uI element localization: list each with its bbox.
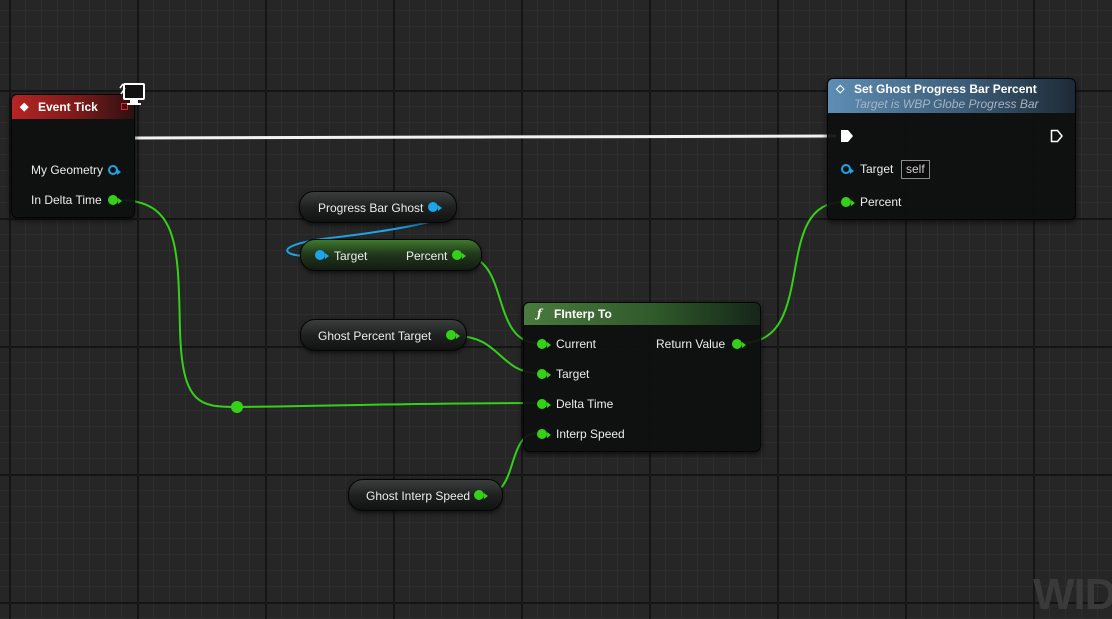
event-tick-title: Event Tick	[38, 100, 98, 114]
current-pin[interactable]	[537, 339, 551, 349]
reroute-knot[interactable]	[231, 401, 243, 413]
monitor-icon	[119, 83, 145, 105]
ghost-percent-target-node[interactable]: Ghost Percent Target	[300, 319, 467, 351]
graph-type-watermark: WID	[1033, 570, 1112, 619]
interp-target-pin[interactable]	[537, 369, 551, 379]
delta-time-label: Delta Time	[556, 397, 614, 411]
delta-time-wire-a	[118, 199, 238, 408]
ghost-percent-target-pin[interactable]	[446, 330, 460, 340]
in-delta-time-label: In Delta Time	[31, 193, 102, 207]
interp-target-label: Target	[556, 367, 590, 381]
exec-in-pin[interactable]	[840, 129, 854, 143]
set-percent-header[interactable]: ◇ Set Ghost Progress Bar Percent Target …	[828, 79, 1075, 113]
ghost-interp-speed-node[interactable]: Ghost Interp Speed	[348, 479, 503, 511]
ghost-interp-speed-label: Ghost Interp Speed	[366, 489, 471, 503]
function-f-icon: ƒ	[537, 307, 542, 320]
progress-bar-ghost-node[interactable]: Progress Bar Ghost	[299, 191, 457, 223]
my-geometry-pin[interactable]	[108, 165, 121, 175]
get-percent-node[interactable]: Target Percent	[300, 239, 482, 271]
my-geometry-label: My Geometry	[31, 163, 104, 177]
get-percent-target-pin[interactable]	[315, 250, 329, 260]
event-tick-header[interactable]: ◆ Event Tick	[12, 95, 134, 119]
event-tick-node[interactable]: ◆ Event Tick My Geometry In Delta Time	[11, 94, 135, 218]
return-value-label: Return Value	[656, 337, 726, 351]
interp-speed-pin[interactable]	[537, 429, 551, 439]
current-label: Current	[556, 337, 597, 351]
event-diamond-icon: ◆	[20, 101, 29, 113]
target-pin[interactable]	[841, 164, 854, 174]
exec-wire	[134, 134, 837, 140]
target-label: Target	[860, 162, 894, 176]
set-percent-node[interactable]: ◇ Set Ghost Progress Bar Percent Target …	[827, 78, 1076, 220]
delta-time-wire-b	[236, 402, 539, 408]
get-percent-percent-label: Percent	[406, 249, 448, 263]
delta-time-pin[interactable]	[537, 399, 551, 409]
target-default-field[interactable]: self	[901, 160, 930, 179]
percent-label: Percent	[860, 195, 902, 209]
in-delta-time-pin[interactable]	[108, 195, 122, 205]
get-percent-target-label: Target	[334, 249, 368, 263]
set-percent-title: Set Ghost Progress Bar Percent	[854, 82, 1037, 96]
progress-bar-ghost-pin[interactable]	[428, 202, 442, 212]
return-value-pin[interactable]	[732, 339, 746, 349]
set-percent-subtitle: Target is WBP Globe Progress Bar	[854, 97, 1039, 111]
ghost-percent-target-label: Ghost Percent Target	[318, 329, 432, 343]
finterp-to-node[interactable]: ƒ FInterp To Current Return Value Target…	[523, 302, 761, 452]
function-diamond-icon: ◇	[836, 83, 845, 95]
exec-out-pin-hollow[interactable]	[1050, 129, 1064, 143]
percent-pin[interactable]	[841, 197, 855, 207]
finterp-header[interactable]: ƒ FInterp To	[524, 303, 760, 325]
ghost-interp-speed-pin[interactable]	[474, 490, 488, 500]
interp-speed-label: Interp Speed	[556, 427, 625, 441]
progress-bar-ghost-label: Progress Bar Ghost	[318, 201, 424, 215]
get-percent-output-pin[interactable]	[452, 250, 466, 260]
finterp-title: FInterp To	[554, 307, 612, 321]
